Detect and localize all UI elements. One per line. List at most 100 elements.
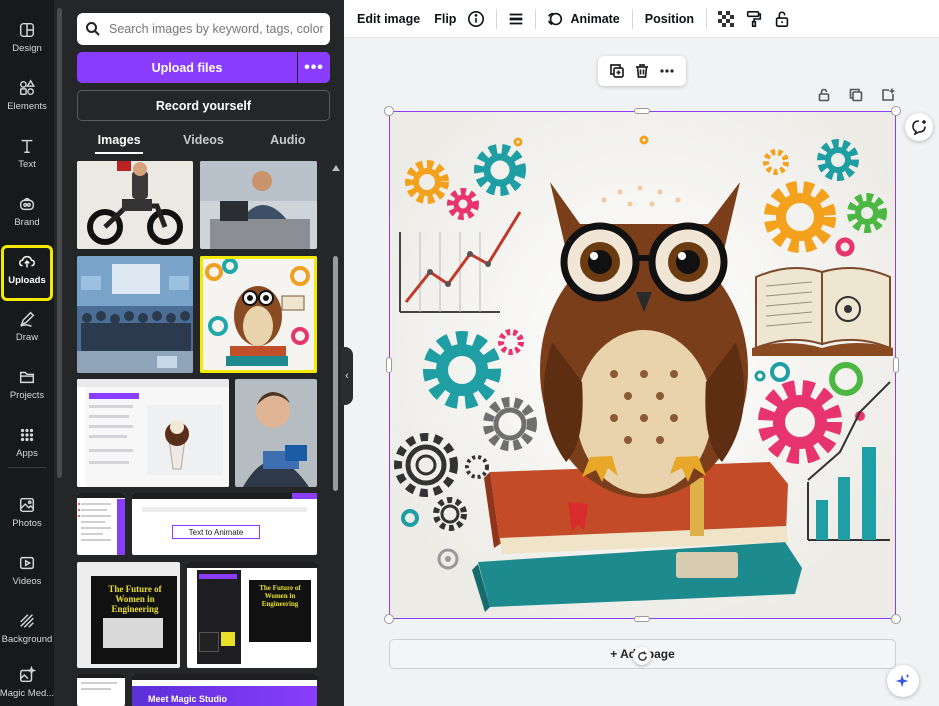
resize-handle-top-right[interactable] xyxy=(891,106,901,116)
copy-style-button[interactable] xyxy=(745,0,763,38)
upload-more-button[interactable]: ••• xyxy=(298,52,330,83)
add-comment-button[interactable] xyxy=(905,113,933,141)
rail-divider xyxy=(8,467,46,468)
upload-thumb-screenshot-dessert[interactable] xyxy=(77,379,229,487)
design-page[interactable] xyxy=(389,111,896,619)
resize-handle-bottom[interactable] xyxy=(634,616,650,622)
rail-item-projects[interactable]: Projects xyxy=(0,358,54,410)
transparency-checker-icon xyxy=(718,10,735,27)
tab-videos[interactable]: Videos xyxy=(161,133,245,155)
motorcycle-image xyxy=(77,161,193,249)
design-icon xyxy=(19,22,35,37)
rail-label: Magic Med... xyxy=(0,687,55,699)
text-icon xyxy=(21,139,33,153)
left-rail: Design Elements Text Brand Uploads Draw … xyxy=(0,0,54,706)
person-image xyxy=(235,379,317,487)
rotate-icon xyxy=(637,650,647,661)
info-button[interactable] xyxy=(467,0,485,38)
paint-roller-icon xyxy=(746,10,762,27)
rail-label: Projects xyxy=(9,389,45,401)
resize-handle-top-left[interactable] xyxy=(384,106,394,116)
women-engineering-title-a: The Future of Women in Engineering xyxy=(108,584,162,614)
rail-item-design[interactable]: Design xyxy=(0,11,54,63)
position-button[interactable]: Position xyxy=(645,0,694,38)
folder-icon xyxy=(19,371,35,383)
upload-thumb-person-smiling[interactable] xyxy=(235,379,317,487)
photos-icon xyxy=(19,497,35,512)
upload-thumb-motorcycle[interactable] xyxy=(77,161,193,249)
upload-thumb-screenshot-list[interactable] xyxy=(77,493,125,555)
upload-thumb-text-to-animate[interactable]: Text to Animate xyxy=(132,493,317,555)
info-icon xyxy=(468,10,485,27)
page-actions xyxy=(817,88,895,106)
editor-toolbar: Edit image Flip Animate Position xyxy=(344,0,939,38)
transparency-button[interactable] xyxy=(717,0,735,38)
toolbar-divider xyxy=(706,8,708,29)
border-lines-icon xyxy=(510,13,523,24)
rail-item-text[interactable]: Text xyxy=(0,127,54,179)
add-page-icon[interactable] xyxy=(881,88,895,102)
upload-thumb-magic-studio[interactable]: Meet Magic Studio xyxy=(132,674,317,706)
toolbar-divider xyxy=(496,8,498,29)
office-image xyxy=(200,161,317,249)
flip-button[interactable]: Flip xyxy=(434,0,456,38)
resize-handle-bottom-left[interactable] xyxy=(384,614,394,624)
toolbar-divider xyxy=(631,8,633,29)
trash-icon[interactable] xyxy=(634,63,650,79)
owl-thumbnail-image xyxy=(200,256,317,373)
more-options-icon[interactable] xyxy=(659,63,675,79)
rail-item-draw[interactable]: Draw xyxy=(0,300,54,352)
duplicate-page-icon[interactable] xyxy=(849,88,863,102)
chevron-left-icon: ‹ xyxy=(345,370,349,382)
rail-item-uploads[interactable]: Uploads xyxy=(0,243,54,301)
rail-item-magic-media[interactable]: Magic Med... xyxy=(0,656,54,706)
upload-thumb-women-engineering-b[interactable]: The Future of Women in Engineering xyxy=(187,562,317,668)
search-icon xyxy=(86,22,100,36)
resize-handle-top[interactable] xyxy=(634,108,650,114)
rail-label: Text xyxy=(18,158,36,170)
sparkle-icon xyxy=(895,673,910,688)
rail-item-videos[interactable]: Videos xyxy=(0,544,54,596)
upload-thumb-crowd[interactable] xyxy=(77,256,193,373)
unlock-icon xyxy=(775,10,789,27)
videos-icon xyxy=(19,556,35,569)
scroll-up-arrow-icon[interactable] xyxy=(332,165,340,171)
animate-label: Animate xyxy=(570,11,620,26)
duplicate-icon[interactable] xyxy=(609,63,625,79)
rail-item-brand[interactable]: Brand xyxy=(0,185,54,237)
rail-item-apps[interactable]: Apps xyxy=(0,416,54,468)
upload-thumb-women-engineering-a[interactable]: The Future of Women in Engineering xyxy=(77,562,180,668)
record-yourself-button[interactable]: Record yourself xyxy=(77,90,330,121)
rail-label: Videos xyxy=(12,575,42,587)
upload-files-button[interactable]: Upload files xyxy=(77,52,297,83)
border-style-button[interactable] xyxy=(507,0,525,38)
upload-thumb-office[interactable] xyxy=(200,161,317,249)
rotate-handle[interactable] xyxy=(633,647,651,665)
rail-item-background[interactable]: Background xyxy=(0,602,54,654)
rail-scrollbar[interactable] xyxy=(57,8,62,478)
rail-label: Background xyxy=(1,633,53,645)
search-input[interactable] xyxy=(109,22,324,36)
animate-icon xyxy=(548,12,563,25)
search-box[interactable] xyxy=(77,13,330,45)
animate-button[interactable]: Animate xyxy=(546,0,620,38)
edit-image-button[interactable]: Edit image xyxy=(357,0,420,38)
owl-books-gears-illustration[interactable] xyxy=(390,112,896,619)
upload-thumb-doc[interactable] xyxy=(77,674,125,706)
scrollbar-thumb[interactable] xyxy=(333,256,338,491)
women-engineering-title-b: The Future of Women in Engineering xyxy=(259,584,301,608)
resize-handle-left[interactable] xyxy=(386,357,392,373)
panel-scrollbar[interactable] xyxy=(331,161,341,706)
text-to-animate-label: Text to Animate xyxy=(172,525,260,539)
crowd-image xyxy=(77,256,193,373)
resize-handle-right[interactable] xyxy=(893,357,899,373)
tab-audio[interactable]: Audio xyxy=(246,133,330,155)
magic-assistant-button[interactable] xyxy=(887,665,919,697)
lock-page-icon[interactable] xyxy=(817,88,831,102)
upload-thumb-owl-selected[interactable] xyxy=(200,256,317,373)
lock-button[interactable] xyxy=(773,0,791,38)
rail-item-photos[interactable]: Photos xyxy=(0,486,54,538)
rail-item-elements[interactable]: Elements xyxy=(0,69,54,121)
collapse-panel-button[interactable]: ‹ xyxy=(341,347,353,405)
resize-handle-bottom-right[interactable] xyxy=(891,614,901,624)
